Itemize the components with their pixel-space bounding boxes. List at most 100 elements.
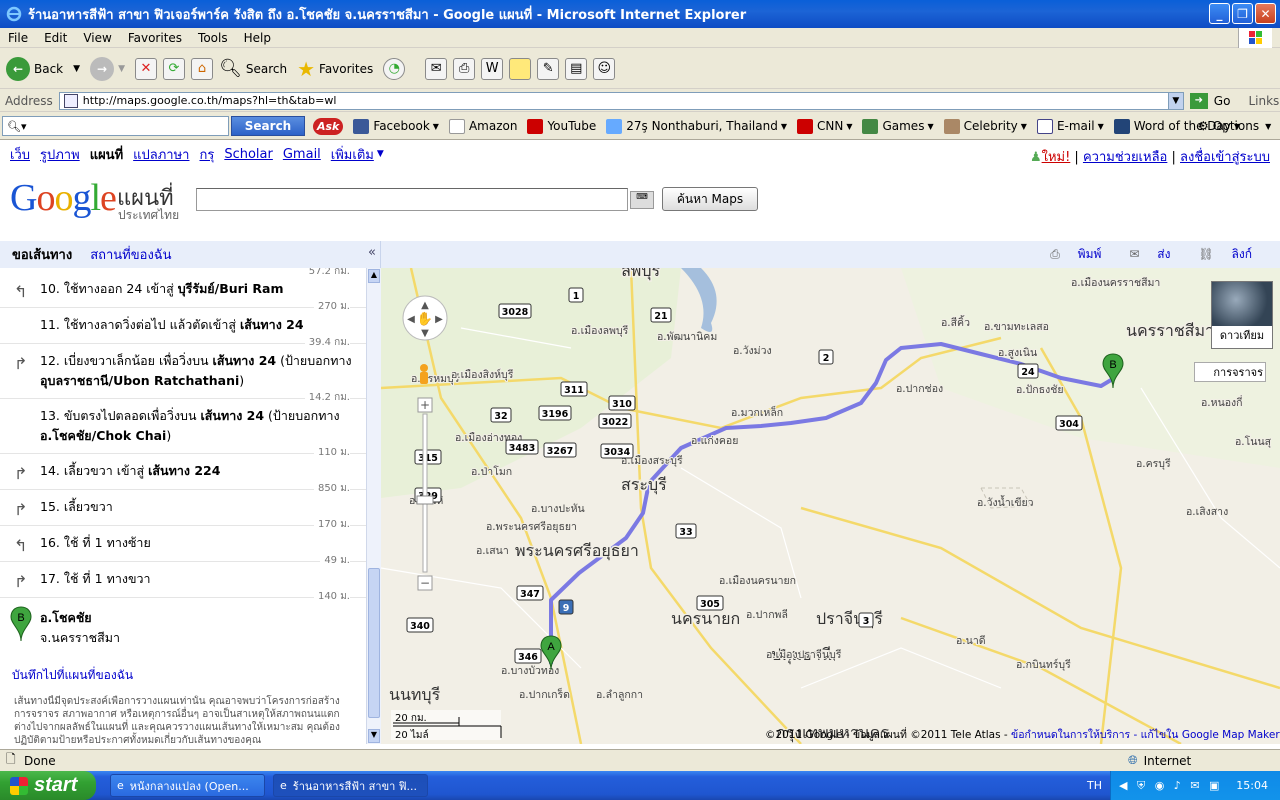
start-button[interactable]: start — [0, 771, 96, 800]
refresh-icon[interactable]: ⟳ — [162, 57, 185, 80]
pegman-icon[interactable] — [420, 364, 428, 384]
bookmark-cnn[interactable]: CNN ▼ — [796, 118, 852, 134]
clock: 15:04 — [1236, 779, 1268, 792]
tab-directions[interactable]: ขอเส้นทาง — [0, 244, 78, 265]
search-maps-button[interactable]: ค้นหา Maps — [662, 187, 758, 211]
bookmark-celebrity[interactable]: Celebrity ▼ — [943, 118, 1027, 134]
people-icon[interactable]: ☺ — [593, 57, 616, 80]
bookmark-email[interactable]: E-mail ▼ — [1036, 118, 1104, 134]
map-maker-link[interactable]: - แก้ไขใน Google Map Maker — [1130, 729, 1279, 741]
messenger-icon[interactable]: ✎ — [537, 57, 560, 80]
forward-button[interactable]: → ▼ — [90, 56, 125, 81]
district-label: อ.เมืองนครราชสีมา — [1071, 276, 1160, 289]
note-icon[interactable] — [509, 57, 532, 80]
home-icon[interactable]: ⌂ — [190, 57, 213, 80]
scroll-down-icon[interactable]: ▼ — [368, 729, 380, 743]
search-button[interactable]: 🔍︎ Search — [219, 58, 287, 79]
send-link[interactable]: ✉ ส่ง — [1129, 245, 1184, 264]
route-shield-number: 32 — [494, 411, 507, 422]
ask-logo-button[interactable]: Ask — [313, 117, 344, 135]
mail-icon[interactable]: ✉ — [425, 57, 448, 80]
ie-icon: e — [280, 779, 287, 792]
keyboard-icon[interactable]: ⌨ — [630, 191, 654, 209]
save-to-my-maps-link[interactable]: บันทึกไปที่แผนที่ของฉัน — [12, 666, 133, 685]
pan-control[interactable]: ▲ ▼ ◀ ▶ ✋ — [402, 295, 448, 341]
scroll-thumb[interactable] — [368, 568, 380, 718]
direction-step[interactable]: ↱ 15. เลี้ยวขวา 170 ม. — [0, 490, 366, 532]
zoom-thumb[interactable] — [416, 495, 434, 505]
print-icon[interactable]: ⎙ — [453, 57, 476, 80]
nav-scholar[interactable]: Scholar — [224, 147, 273, 162]
menu-favorites[interactable]: Favorites — [120, 31, 190, 45]
print-link[interactable]: ⎙ พิมพ์ — [1050, 245, 1115, 264]
favorites-button[interactable]: ★ Favorites — [297, 57, 373, 81]
turn-ramp-icon: ↰ — [14, 282, 28, 301]
ask-search-input[interactable]: 🔍︎▾ — [2, 116, 229, 136]
pan-right-icon[interactable]: ▶ — [435, 314, 443, 325]
direction-step[interactable]: ↰ 10. ใช้ทางออก 24 เข้าสู่ บุรีรัมย์/Buri… — [0, 272, 366, 314]
bookmark-youtube[interactable]: YouTube — [527, 118, 596, 134]
envelope-icon: ✉ — [1129, 247, 1144, 261]
stop-icon[interactable]: ✕ — [134, 57, 157, 80]
terms-link[interactable]: ข้อกำหนดในการให้บริการ — [1011, 729, 1130, 741]
nav-web[interactable]: เว็บ — [10, 144, 30, 165]
edit-icon[interactable]: W — [481, 57, 504, 80]
ask-options-button[interactable]: ⚙ Options ▼ — [1198, 119, 1271, 133]
collapse-panel-icon[interactable]: « — [368, 245, 376, 260]
bookmark-games[interactable]: Games ▼ — [862, 118, 934, 134]
nav-groups[interactable]: กรุ — [199, 144, 214, 165]
direction-step[interactable]: ↰ 16. ใช้ ที่ 1 ทางซ้าย 49 ม. — [0, 526, 366, 568]
district-label: อ.นาดี — [956, 634, 986, 647]
bookmark-amazon[interactable]: Amazon — [448, 118, 517, 134]
help-link[interactable]: ความช่วยเหลือ — [1083, 150, 1167, 165]
link-link[interactable]: ⛓ ลิงก์ — [1198, 245, 1266, 264]
weather-widget[interactable]: 27ş Nonthaburi, Thailand ▼ — [606, 118, 787, 134]
menu-edit[interactable]: Edit — [36, 31, 75, 45]
menu-view[interactable]: View — [75, 31, 119, 45]
bookmark-facebook[interactable]: Facebook ▼ — [353, 118, 439, 134]
direction-step[interactable]: ↱ 12. เบี่ยงขวาเล็กน้อย เพื่อวิ่งบน เส้นท… — [0, 344, 366, 405]
map-canvas[interactable]: ลพบุรี นครราชสีมา สระบุรี พระนครศรีอยุธยา นค… — [381, 268, 1280, 744]
menu-tools[interactable]: Tools — [190, 31, 236, 45]
nav-maps: แผนที่ — [89, 147, 124, 163]
direction-step[interactable]: 13. ขับตรงไปตลอดเพื่อวิ่งบน เส้นทาง 24 (… — [0, 399, 366, 460]
maximize-button[interactable]: ❐ — [1232, 3, 1253, 24]
pan-left-icon[interactable]: ◀ — [407, 314, 415, 325]
taskbar-item-movie[interactable]: e หนังกลางแปลง (Open... — [110, 774, 265, 797]
research-icon[interactable]: ▤ — [565, 57, 588, 80]
traffic-button[interactable]: การจราจร — [1194, 362, 1266, 382]
ask-search-icon: 🔍︎▾ — [7, 119, 27, 133]
tab-my-places[interactable]: สถานที่ของฉัน — [78, 244, 177, 265]
direction-step[interactable]: 11. ใช้ทางลาดวิ่งต่อไป แล้วตัดเข้าสู่ เส… — [0, 308, 366, 350]
maps-search-input[interactable] — [196, 188, 628, 211]
directions-scrollbar[interactable]: ▲ ▼ — [366, 268, 381, 744]
pan-down-icon[interactable]: ▼ — [421, 328, 429, 339]
direction-step[interactable]: ↱ 17. ใช้ ที่ 1 ทางขวา 140 ม. — [0, 562, 366, 604]
minimize-button[interactable]: _ — [1209, 3, 1230, 24]
links-button[interactable]: Links — [1248, 94, 1279, 108]
address-dropdown-icon[interactable]: ▼ — [1167, 91, 1184, 110]
pan-up-icon[interactable]: ▲ — [421, 300, 429, 311]
signin-link[interactable]: ลงชื่อเข้าสู่ระบบ — [1180, 150, 1270, 165]
satellite-button[interactable]: ดาวเทียม — [1211, 281, 1273, 349]
nav-gmail[interactable]: Gmail — [283, 147, 321, 162]
taskbar-item-maps[interactable]: e ร้านอาหารสีฟ้า สาขา ฟิ... — [273, 774, 428, 797]
menu-file[interactable]: File — [0, 31, 36, 45]
menu-help[interactable]: Help — [236, 31, 279, 45]
new-link[interactable]: ใหม่! — [1042, 150, 1071, 165]
close-button[interactable]: ✕ — [1255, 3, 1276, 24]
scroll-up-icon[interactable]: ▲ — [368, 269, 380, 283]
back-dropdown-icon[interactable]: ▼ — [73, 64, 80, 74]
ask-search-button[interactable]: Search — [231, 116, 305, 136]
history-icon[interactable]: ◔ — [383, 57, 406, 80]
nav-more[interactable]: เพิ่มเติม — [331, 144, 374, 165]
nav-translate[interactable]: แปลภาษา — [133, 144, 189, 165]
back-button[interactable]: ← Back ▼ — [6, 56, 80, 81]
address-input[interactable]: http://maps.google.co.th/maps?hl=th&tab=… — [58, 91, 1169, 110]
language-indicator[interactable]: TH — [1087, 779, 1102, 792]
go-button[interactable]: ➜ Go — [1189, 92, 1230, 109]
google-logo[interactable]: Google — [10, 176, 117, 220]
nav-images[interactable]: รูปภาพ — [40, 144, 80, 165]
direction-step[interactable]: ↱ 14. เลี้ยวขวา เข้าสู่ เส้นทาง 224 850 ม. — [0, 454, 366, 496]
tray-icons[interactable]: ◀ ⛨ ◉ ♪ ✉ ▣ — [1119, 779, 1222, 793]
